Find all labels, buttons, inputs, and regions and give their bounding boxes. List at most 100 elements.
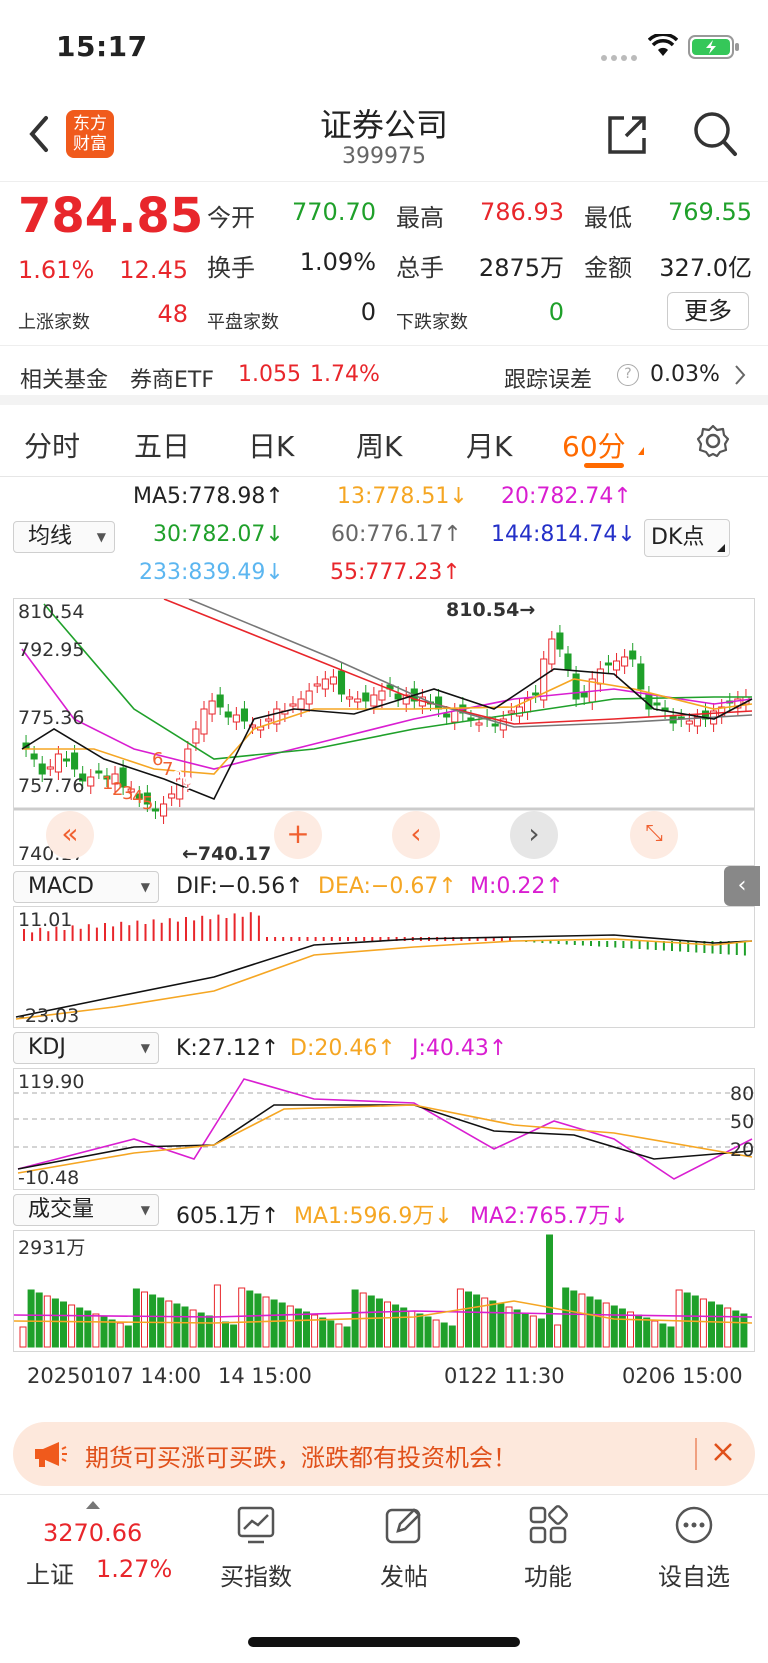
share-icon[interactable] — [604, 112, 650, 162]
status-time: 15:17 — [56, 30, 148, 63]
td-sequence-number: 9 — [182, 773, 193, 794]
ma-selector[interactable]: 均线 ▼ — [13, 521, 115, 553]
tab-wuri[interactable]: 五日 — [134, 425, 190, 465]
kline-candle — [564, 653, 572, 670]
tab-rik[interactable]: 日K — [248, 425, 294, 465]
scroll-right-icon[interactable]: › — [510, 811, 558, 859]
kline-chart[interactable]: 123456789 810.54 792.95 775.36 757.76 74… — [13, 598, 755, 866]
volume-bar — [189, 1309, 197, 1348]
volume-bar — [521, 1312, 529, 1348]
kline-candle — [435, 696, 443, 710]
tracking-error-label: 跟踪误差 — [504, 368, 593, 393]
promo-banner[interactable]: 期货可买涨可买跌，涨跌都有投资机会！ — [13, 1422, 755, 1486]
volume-bar — [327, 1320, 335, 1348]
volume-bar — [716, 1304, 724, 1348]
volume-bar — [416, 1313, 424, 1348]
related-fund-row[interactable]: 相关基金 券商ETF 1.055 1.74% 跟踪误差 ? 0.03% — [0, 345, 768, 405]
volume-selector[interactable]: 成交量 ▼ — [13, 1194, 159, 1226]
volume-bar — [35, 1292, 43, 1348]
macd-chart: 11.01 -23.03 — [13, 906, 755, 1028]
scroll-left-icon[interactable]: ‹ — [392, 811, 440, 859]
down-count: 0 — [548, 298, 564, 326]
functions-label: 功能 — [524, 1563, 572, 1591]
volume-bar — [181, 1306, 189, 1348]
volume-bar — [448, 1325, 456, 1348]
zoom-in-plus-icon[interactable]: + — [274, 811, 322, 859]
macd-selector[interactable]: MACD ▼ — [13, 871, 159, 903]
kdj-level-20: 20 — [730, 1139, 755, 1161]
index-value[interactable]: 3270.66 — [43, 1519, 142, 1547]
kdj-level-80: 80 — [730, 1083, 755, 1105]
fullscreen-icon[interactable]: ⤡ — [630, 811, 678, 859]
tab-yuek[interactable]: 月K — [466, 425, 512, 465]
fund-label: 相关基金 — [20, 368, 109, 393]
kline-candle — [289, 703, 297, 707]
flat-count: 0 — [360, 298, 376, 326]
kline-candle — [443, 713, 451, 718]
kline-candle — [313, 683, 321, 687]
volume-bar — [230, 1324, 238, 1348]
home-indicator — [248, 1637, 520, 1647]
change-pct: 1.61% — [18, 256, 95, 284]
macd-m: M:0.22↑ — [470, 874, 564, 899]
volume-bar — [562, 1287, 570, 1348]
volume-bar — [570, 1290, 578, 1348]
kline-candle — [621, 656, 629, 667]
kdj-chart: 119.90 -10.48 80 50 20 — [13, 1068, 755, 1190]
fund-price: 1.055 — [238, 362, 301, 387]
volume-ma1: MA1:596.9万↓ — [294, 1204, 453, 1229]
volume-bar — [60, 1301, 67, 1348]
kdj-selector-label: KDJ — [28, 1035, 66, 1060]
help-icon[interactable]: ? — [617, 364, 639, 386]
volume-ma2-line — [14, 1310, 753, 1318]
index-name[interactable]: 上证 — [26, 1555, 74, 1590]
macd-selector-label: MACD — [28, 874, 94, 899]
kline-candle — [54, 753, 62, 773]
settings-gear-icon[interactable] — [695, 423, 731, 463]
bottom-toolbar: 3270.66 上证 1.27% 买指数 发帖 功能 设自选 — [0, 1494, 768, 1663]
wifi-icon — [647, 32, 679, 62]
dk-point-button[interactable]: DK点 — [644, 519, 730, 557]
kline-candle — [95, 770, 103, 774]
tab-60min[interactable]: 60分 — [562, 425, 626, 465]
macd-dea-line — [15, 938, 753, 1020]
kline-candle — [378, 690, 386, 701]
kline-candle — [224, 711, 232, 718]
volume-bar — [537, 1318, 545, 1348]
kdj-selector[interactable]: KDJ ▼ — [13, 1032, 159, 1064]
search-icon[interactable] — [692, 110, 738, 162]
volume-bar — [627, 1311, 634, 1348]
volume-bar — [400, 1307, 408, 1348]
volume-bar — [440, 1322, 448, 1348]
kline-y-3: 775.36 — [18, 707, 85, 729]
volume-bar — [432, 1319, 440, 1348]
high-value: 786.93 — [480, 198, 564, 226]
kline-candle — [394, 693, 402, 700]
expand-up-icon[interactable] — [86, 1501, 100, 1509]
zoom-out-left-icon[interactable]: « — [46, 811, 94, 859]
kline-candle — [200, 708, 208, 735]
volume-bar — [497, 1303, 505, 1348]
kline-candle — [240, 708, 248, 722]
tab-zhouk[interactable]: 周K — [356, 425, 402, 465]
kline-candle — [604, 662, 612, 666]
signal-icon — [600, 48, 638, 67]
change-value: 12.45 — [119, 256, 188, 284]
kdj-j-line — [17, 1078, 753, 1180]
index-pct[interactable]: 1.27% — [96, 1555, 172, 1583]
volume-bar — [513, 1309, 521, 1348]
low-label: 最低 — [584, 204, 632, 232]
more-button[interactable]: 更多 — [667, 292, 749, 330]
page-title: 证券公司 — [319, 106, 448, 144]
volume-bar — [222, 1321, 229, 1348]
volume-bar — [699, 1298, 707, 1348]
collapse-panel-icon[interactable]: ‹ — [724, 866, 760, 906]
dk-corner-icon — [717, 544, 725, 552]
up-count: 48 — [157, 300, 188, 328]
tab-fenshi[interactable]: 分时 — [24, 425, 80, 465]
volume-selector-label: 成交量 — [28, 1197, 95, 1222]
close-icon[interactable] — [711, 1440, 735, 1468]
volume-bar — [51, 1298, 59, 1348]
kline-candle — [208, 700, 216, 715]
volume-bar — [116, 1322, 124, 1348]
